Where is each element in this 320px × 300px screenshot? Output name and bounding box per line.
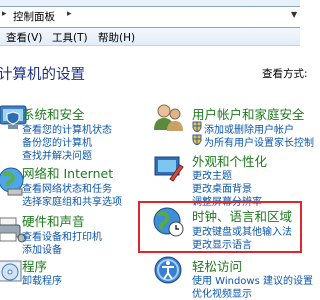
- link-parental-controls[interactable]: 为所有用户设置家长控制: [204, 134, 314, 149]
- appearance-icon[interactable]: [152, 151, 186, 185]
- link-troubleshoot[interactable]: 查找并解决问题: [22, 147, 92, 162]
- link-uninstall-program[interactable]: 卸载程序: [22, 272, 62, 287]
- view-mode-label: 查看方式:: [262, 68, 308, 80]
- link-add-device[interactable]: 添加设备: [22, 241, 62, 256]
- breadcrumb-separator[interactable]: ▸: [67, 9, 72, 19]
- link-optimize-display[interactable]: 优化视频显示: [192, 285, 252, 300]
- address-field[interactable]: ▸ 控制面板 ▸ ▼: [0, 6, 300, 28]
- link-homegroup-sharing[interactable]: 选择家庭组和共享选项: [22, 193, 122, 208]
- clock-globe-icon[interactable]: [152, 205, 186, 239]
- menu-view[interactable]: 查看(V): [6, 30, 42, 45]
- uac-shield-icon: [192, 121, 202, 132]
- ease-of-access-icon[interactable]: [152, 254, 186, 288]
- page-title: 计算机的设置: [0, 67, 85, 83]
- user-accounts-icon[interactable]: [152, 100, 186, 134]
- menu-tools[interactable]: 工具(T): [52, 30, 88, 45]
- menu-help[interactable]: 帮助(H): [98, 30, 135, 45]
- chevron-right-icon: ▸: [2, 9, 7, 19]
- chevron-down-icon[interactable]: ▼: [291, 10, 297, 19]
- menu-bar: 查看(V) 工具(T) 帮助(H): [0, 28, 300, 46]
- view-mode: 查看方式:: [262, 66, 308, 81]
- uac-shield-icon: [192, 134, 202, 145]
- link-change-display-language[interactable]: 更改显示语言: [192, 236, 252, 251]
- breadcrumb-control-panel[interactable]: 控制面板: [13, 9, 55, 24]
